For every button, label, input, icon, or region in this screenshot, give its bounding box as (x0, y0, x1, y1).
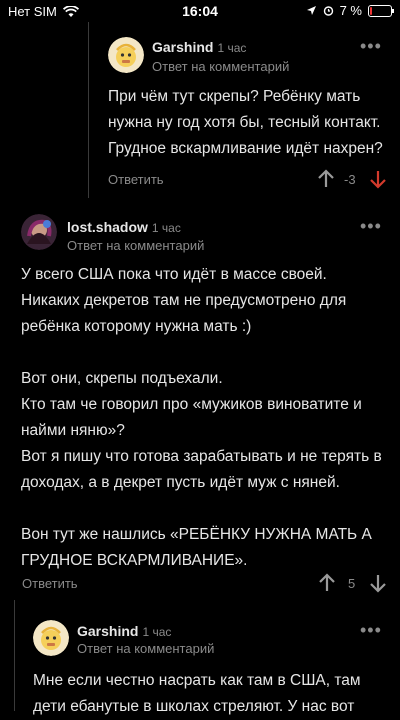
status-bar: Нет SIM 16:04 7 % (0, 0, 400, 22)
author-name[interactable]: Garshind (77, 623, 138, 639)
status-right: 7 % (306, 3, 394, 18)
battery-icon (368, 4, 394, 17)
avatar[interactable] (108, 37, 144, 73)
reply-button[interactable]: Ответить (22, 576, 78, 591)
comment-body: Мне если честно насрать как там в США, т… (33, 672, 361, 715)
battery-fill (370, 6, 372, 15)
comment-time: 1 час (217, 41, 247, 55)
location-icon (306, 6, 316, 15)
avatar[interactable] (33, 620, 69, 656)
comment-time: 1 час (151, 221, 181, 235)
alarm-icon (323, 6, 333, 16)
reply-note[interactable]: Ответ на комментарий (77, 641, 214, 656)
upvote-icon[interactable] (316, 169, 336, 189)
avatar-image (33, 620, 69, 656)
battery-percent: 7 % (339, 3, 362, 18)
comment-time: 1 час (142, 625, 172, 639)
author-name[interactable]: lost.shadow (67, 219, 148, 235)
more-options-icon[interactable]: ••• (360, 216, 382, 237)
comment-author[interactable]: Garshind 1 час (152, 39, 246, 55)
more-options-icon[interactable]: ••• (360, 620, 382, 641)
downvote-icon[interactable] (368, 573, 388, 593)
comment-author[interactable]: lost.shadow 1 час (67, 219, 181, 235)
comment-score: 5 (348, 576, 356, 591)
comment-score: -3 (344, 172, 356, 187)
author-name[interactable]: Garshind (152, 39, 213, 55)
avatar[interactable] (21, 214, 57, 250)
reply-note[interactable]: Ответ на комментарий (67, 238, 204, 253)
comment-author[interactable]: Garshind 1 час (77, 623, 171, 639)
thread-line (88, 22, 89, 198)
comment-body: У всего США пока что идёт в массе своей.… (21, 266, 382, 569)
downvote-icon[interactable] (368, 169, 388, 189)
upvote-icon[interactable] (317, 573, 337, 593)
more-options-icon[interactable]: ••• (360, 36, 382, 57)
thread-line (14, 600, 15, 711)
comment-body: При чём тут скрепы? Ребёнку мать нужна н… (108, 88, 383, 157)
reply-button[interactable]: Ответить (108, 172, 164, 187)
avatar-image (21, 214, 57, 250)
reply-note[interactable]: Ответ на комментарий (152, 59, 289, 74)
avatar-image (108, 37, 144, 73)
